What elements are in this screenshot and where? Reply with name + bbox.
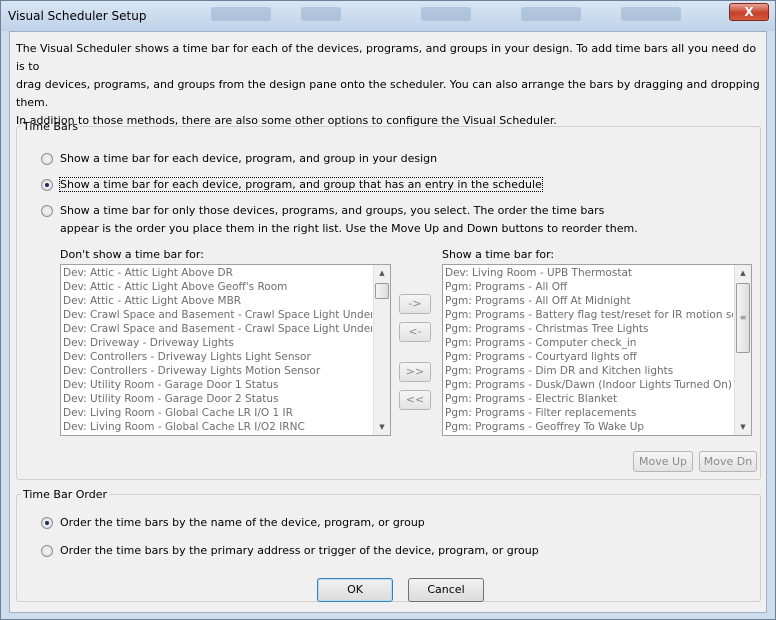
radio-button-checked[interactable]	[41, 516, 53, 529]
list-item[interactable]: Dev: Attic - Attic Light Above Geoff's R…	[63, 280, 372, 294]
list-item[interactable]: Dev: Attic - Attic Light Above MBR	[63, 294, 372, 308]
intro-text: The Visual Scheduler shows a time bar fo…	[16, 40, 761, 130]
intro-line: The Visual Scheduler shows a time bar fo…	[16, 42, 757, 73]
list-item[interactable]: Dev: Driveway - Driveway Lights	[63, 336, 372, 350]
dialog-client-area: The Visual Scheduler shows a time bar fo…	[9, 31, 767, 613]
move-up-button[interactable]: Move Up	[633, 451, 693, 472]
move-all-left-button[interactable]: <<	[399, 390, 431, 410]
scroll-down-icon[interactable]: ▼	[735, 419, 751, 435]
shown-list-caption: Show a time bar for:	[442, 248, 555, 261]
radio-label: Order the time bars by the primary addre…	[60, 544, 539, 557]
order-by-address-option[interactable]: Order the time bars by the primary addre…	[41, 544, 539, 557]
list-item[interactable]: Dev: Living Room - Global Cache LR I/O2 …	[63, 420, 372, 434]
list-item[interactable]: Dev: Attic - Attic Light Above DR	[63, 266, 372, 280]
scroll-down-icon[interactable]: ▼	[374, 419, 390, 435]
scroll-thumb[interactable]	[375, 283, 389, 299]
shown-time-bars-list[interactable]: Dev: Living Room - UPB Thermostat Pgm: Pr…	[442, 264, 752, 436]
time-bars-option-scheduled[interactable]: Show a time bar for each device, program…	[41, 177, 543, 192]
list-item[interactable]: Pgm: Programs - Make sure Dark flag is c…	[445, 434, 733, 435]
time-bars-option-selected[interactable]: Show a time bar for only those devices, …	[41, 204, 604, 217]
list-item[interactable]: Dev: Controllers - Driveway Lights Light…	[63, 350, 372, 364]
title-bar[interactable]: Visual Scheduler Setup X	[1, 1, 775, 31]
time-bars-option-all[interactable]: Show a time bar for each device, program…	[41, 152, 437, 165]
list-item[interactable]: Dev: Utility Room - Garage Door 1 Status	[63, 378, 372, 392]
list-item[interactable]: Dev: Living Room - Global Cache LR I/O 1…	[63, 406, 372, 420]
list-item[interactable]: Dev: Living Room - UPB Thermostat	[445, 266, 733, 280]
list-item[interactable]: Pgm: Programs - Dim DR and Kitchen light…	[445, 364, 733, 378]
list-item[interactable]: Dev: Utility Room - Garage Door 2 Status	[63, 392, 372, 406]
hidden-list-scrollbar[interactable]: ▲ ▼	[373, 265, 390, 435]
scroll-up-icon[interactable]: ▲	[374, 265, 390, 281]
move-down-button[interactable]: Move Dn	[699, 451, 757, 472]
list-item[interactable]: Pgm: Programs - Electric Blanket	[445, 392, 733, 406]
time-bars-option-selected-line2: appear is the order you place them in th…	[60, 222, 638, 235]
list-item[interactable]: Dev: Crawl Space and Basement - Crawl Sp…	[63, 308, 372, 322]
radio-label: Show a time bar for only those devices, …	[60, 204, 605, 217]
radio-button-checked[interactable]	[41, 178, 53, 191]
list-item[interactable]: Pgm: Programs - Christmas Tree Lights	[445, 322, 733, 336]
list-item[interactable]: Dev: Master Bedroom - Global Cache MBR I…	[63, 434, 372, 435]
move-right-button[interactable]: ->	[399, 294, 431, 314]
list-item[interactable]: Pgm: Programs - Courtyard lights off	[445, 350, 733, 364]
title-bar-decoration	[211, 7, 271, 21]
radio-button[interactable]	[41, 544, 53, 557]
radio-button[interactable]	[41, 204, 53, 217]
cancel-button[interactable]: Cancel	[408, 578, 484, 602]
radio-button[interactable]	[41, 152, 53, 165]
radio-label: Show a time bar for each device, program…	[59, 177, 543, 192]
hidden-time-bars-list[interactable]: Dev: Attic - Attic Light Above DR Dev: At…	[60, 264, 391, 436]
title-bar-decoration	[301, 7, 341, 21]
list-item[interactable]: Pgm: Programs - All Off	[445, 280, 733, 294]
move-left-button[interactable]: <-	[399, 322, 431, 342]
window-title: Visual Scheduler Setup	[8, 9, 147, 23]
dialog-window: Visual Scheduler Setup X The Visual Sche…	[0, 0, 776, 620]
title-bar-decoration	[621, 7, 681, 21]
shown-list-items: Dev: Living Room - UPB Thermostat Pgm: Pr…	[445, 266, 733, 435]
list-item[interactable]: Pgm: Programs - Dusk/Dawn (Indoor Lights…	[445, 378, 733, 392]
list-item[interactable]: Pgm: Programs - Battery flag test/reset …	[445, 308, 733, 322]
radio-label: Show a time bar for each device, program…	[60, 152, 438, 165]
list-item[interactable]: Pgm: Programs - Filter replacements	[445, 406, 733, 420]
list-item[interactable]: Pgm: Programs - Geoffrey To Wake Up	[445, 420, 733, 434]
intro-line: drag devices, programs, and groups from …	[16, 78, 760, 109]
scroll-up-icon[interactable]: ▲	[735, 265, 751, 281]
list-item[interactable]: Dev: Controllers - Driveway Lights Motio…	[63, 364, 372, 378]
radio-label: Order the time bars by the name of the d…	[60, 516, 425, 529]
close-icon: X	[744, 5, 754, 19]
time-bars-legend: Time Bars	[23, 120, 78, 133]
ok-button[interactable]: OK	[317, 578, 393, 602]
time-bar-order-legend: Time Bar Order	[23, 488, 107, 501]
list-item[interactable]: Pgm: Programs - Computer check_in	[445, 336, 733, 350]
order-by-name-option[interactable]: Order the time bars by the name of the d…	[41, 516, 425, 529]
hidden-list-items: Dev: Attic - Attic Light Above DR Dev: At…	[63, 266, 372, 435]
list-item[interactable]: Dev: Crawl Space and Basement - Crawl Sp…	[63, 322, 372, 336]
hidden-list-caption: Don't show a time bar for:	[60, 248, 204, 261]
title-bar-decoration	[521, 7, 581, 21]
list-item[interactable]: Pgm: Programs - All Off At Midnight	[445, 294, 733, 308]
move-all-right-button[interactable]: >>	[399, 362, 431, 382]
close-button[interactable]: X	[729, 3, 769, 21]
scroll-thumb[interactable]: ≡	[736, 283, 750, 353]
shown-list-scrollbar[interactable]: ▲ ≡ ▼	[734, 265, 751, 435]
title-bar-decoration	[421, 7, 471, 21]
